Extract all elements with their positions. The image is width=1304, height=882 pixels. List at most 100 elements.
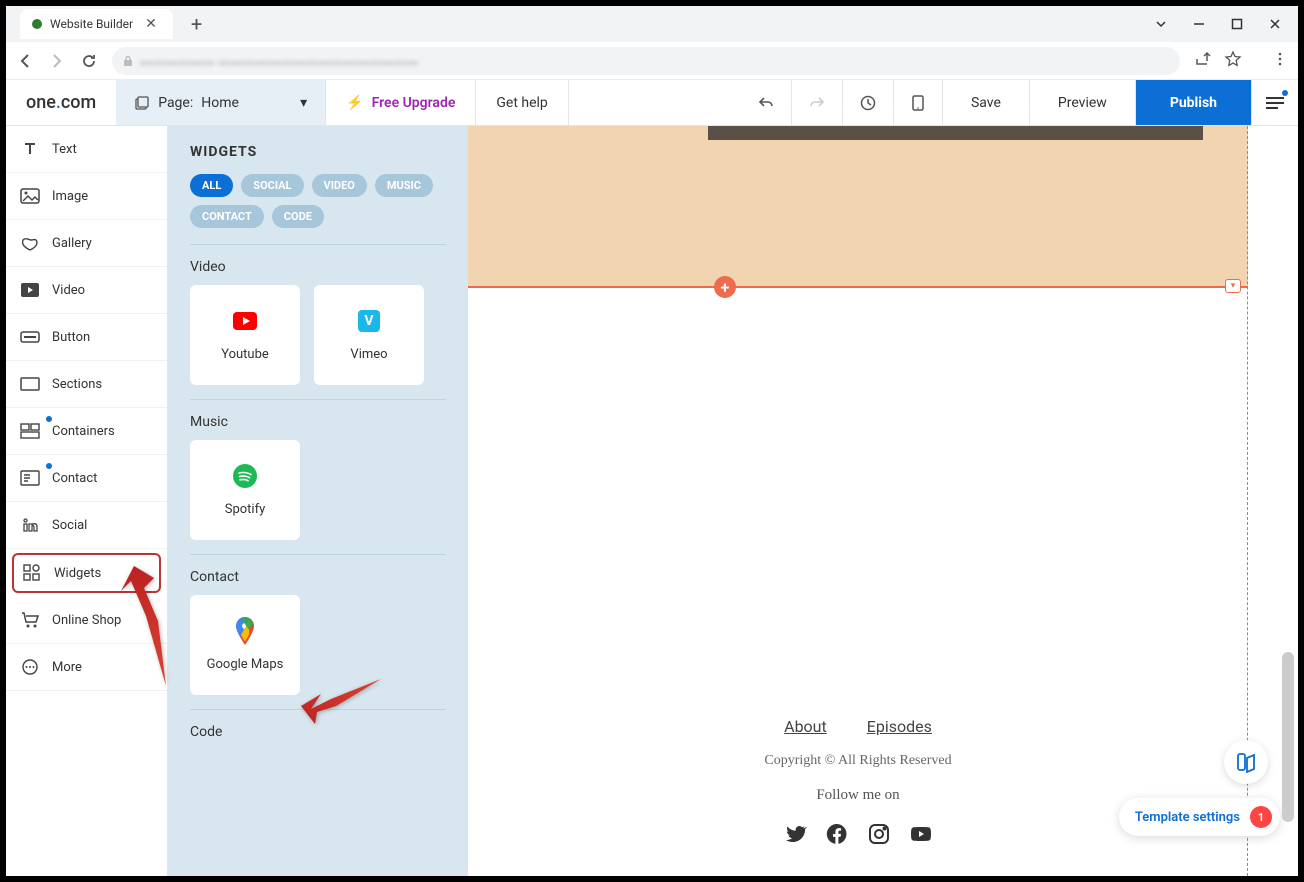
- publish-button[interactable]: Publish: [1136, 80, 1252, 125]
- save-button[interactable]: Save: [943, 80, 1030, 125]
- lock-icon: [122, 55, 134, 67]
- sidebar-item-widgets[interactable]: Widgets: [12, 553, 161, 593]
- widget-youtube[interactable]: Youtube: [190, 285, 300, 385]
- chevron-down-icon[interactable]: [1154, 17, 1168, 31]
- filter-social[interactable]: SOCIAL: [241, 174, 303, 197]
- insert-plus-button[interactable]: +: [714, 276, 736, 298]
- sidebar-item-gallery[interactable]: Gallery: [6, 220, 167, 267]
- bolt-icon: ⚡: [346, 95, 363, 111]
- help-button[interactable]: Get help: [476, 80, 568, 125]
- contact-icon: [20, 468, 40, 488]
- preview-button[interactable]: Preview: [1030, 80, 1136, 125]
- footer-links: About Episodes: [468, 717, 1248, 737]
- browser-address-bar: ▬▬▬▬▬▬ ▬▬▬▬▬▬▬▬▬▬▬▬▬▬▬▬: [6, 42, 1298, 80]
- hero-section[interactable]: [468, 126, 1248, 286]
- sidebar-item-button[interactable]: Button: [6, 314, 167, 361]
- template-settings-badge: 1: [1250, 806, 1272, 828]
- sidebar-item-social[interactable]: Social: [6, 502, 167, 549]
- device-preview-button[interactable]: [894, 80, 943, 125]
- browser-menu-icon[interactable]: [1272, 51, 1288, 71]
- app-menu-button[interactable]: [1252, 80, 1298, 125]
- cart-icon: [20, 610, 40, 630]
- new-tab-button[interactable]: +: [191, 12, 202, 36]
- history-button[interactable]: [843, 80, 894, 125]
- facebook-icon[interactable]: [825, 822, 849, 846]
- window-minimize-button[interactable]: [1192, 17, 1206, 31]
- pages-icon: [134, 95, 150, 111]
- browser-tab[interactable]: Website Builder ✕: [20, 9, 173, 39]
- widget-vimeo[interactable]: VVimeo: [314, 285, 424, 385]
- text-icon: [20, 139, 40, 159]
- caret-down-icon: ▾: [300, 95, 307, 111]
- app-toolbar: one.com Page: Home ▾ ⚡ Free Upgrade Get …: [6, 80, 1298, 126]
- page-selector-label: Page:: [158, 95, 193, 111]
- google-maps-icon: [233, 619, 257, 643]
- nav-reload-button[interactable]: [80, 52, 98, 70]
- vimeo-icon: V: [357, 309, 381, 333]
- tab-favicon: [32, 19, 42, 29]
- undo-button[interactable]: [741, 80, 792, 125]
- widget-google-maps[interactable]: Google Maps: [190, 595, 300, 695]
- url-text: ▬▬▬▬▬▬ ▬▬▬▬▬▬▬▬▬▬▬▬▬▬▬▬: [140, 54, 418, 68]
- left-sidebar: Text Image Gallery Video Button Sections…: [6, 126, 168, 876]
- sidebar-item-more[interactable]: More: [6, 644, 167, 691]
- instagram-icon[interactable]: [867, 822, 891, 846]
- brand-logo[interactable]: one.com: [6, 80, 116, 125]
- page-selector[interactable]: Page: Home ▾: [116, 80, 326, 125]
- section-music-label: Music: [190, 414, 446, 430]
- youtube-footer-icon[interactable]: [909, 822, 933, 846]
- sidebar-item-image[interactable]: Image: [6, 173, 167, 220]
- nav-forward-button: [48, 52, 66, 70]
- upgrade-button[interactable]: ⚡ Free Upgrade: [326, 80, 476, 125]
- window-close-button[interactable]: [1268, 17, 1282, 31]
- sections-icon: [20, 374, 40, 394]
- filter-all[interactable]: ALL: [190, 174, 233, 197]
- widget-filter-pills: ALL SOCIAL VIDEO MUSIC CONTACT CODE: [190, 174, 446, 228]
- insert-divider[interactable]: [468, 286, 1248, 288]
- url-field[interactable]: ▬▬▬▬▬▬ ▬▬▬▬▬▬▬▬▬▬▬▬▬▬▬▬: [112, 47, 1180, 75]
- editor-canvas[interactable]: + ▾ About Episodes Copyright © All Right…: [468, 126, 1298, 876]
- sidebar-item-video[interactable]: Video: [6, 267, 167, 314]
- more-icon: [20, 657, 40, 677]
- notification-dot: [1282, 90, 1288, 96]
- gallery-icon: [20, 233, 40, 253]
- widget-spotify[interactable]: Spotify: [190, 440, 300, 540]
- social-icon: [20, 515, 40, 535]
- button-icon: [20, 327, 40, 347]
- containers-icon: [20, 421, 40, 441]
- filter-video[interactable]: VIDEO: [312, 174, 367, 197]
- share-icon[interactable]: [1194, 50, 1212, 72]
- nav-back-button[interactable]: [16, 52, 34, 70]
- sidebar-item-sections[interactable]: Sections: [6, 361, 167, 408]
- filter-code[interactable]: CODE: [272, 205, 324, 228]
- redo-button: [792, 80, 843, 125]
- copyright-text: Copyright © All Rights Reserved: [468, 753, 1248, 769]
- filter-contact[interactable]: CONTACT: [190, 205, 264, 228]
- widgets-panel-title: WIDGETS: [190, 144, 446, 160]
- browser-tab-bar: Website Builder ✕ +: [6, 6, 1298, 42]
- window-maximize-button[interactable]: [1230, 17, 1244, 31]
- bookmark-icon[interactable]: [1224, 50, 1242, 72]
- sidebar-item-shop[interactable]: Online Shop: [6, 597, 167, 644]
- sidebar-item-text[interactable]: Text: [6, 126, 167, 173]
- section-code-label: Code: [190, 724, 446, 740]
- filter-music[interactable]: MUSIC: [375, 174, 433, 197]
- new-badge-dot: [46, 416, 52, 422]
- footer-link-about[interactable]: About: [766, 717, 845, 736]
- widgets-panel: WIDGETS ALL SOCIAL VIDEO MUSIC CONTACT C…: [168, 126, 468, 876]
- video-icon: [20, 280, 40, 300]
- tab-close-icon[interactable]: ✕: [141, 16, 161, 32]
- sidebar-item-containers[interactable]: Containers: [6, 408, 167, 455]
- image-icon: [20, 186, 40, 206]
- twitter-icon[interactable]: [783, 822, 807, 846]
- style-fab-button[interactable]: [1224, 740, 1268, 784]
- canvas-scrollbar[interactable]: [1282, 652, 1294, 822]
- footer-link-episodes[interactable]: Episodes: [849, 717, 950, 736]
- template-settings-button[interactable]: Template settings 1: [1119, 798, 1280, 836]
- section-contact-label: Contact: [190, 569, 446, 585]
- insert-dropdown-handle[interactable]: ▾: [1225, 279, 1241, 293]
- tab-title: Website Builder: [50, 17, 133, 31]
- widgets-icon: [22, 563, 42, 583]
- sidebar-item-contact[interactable]: Contact: [6, 455, 167, 502]
- hero-image-strip: [708, 126, 1203, 140]
